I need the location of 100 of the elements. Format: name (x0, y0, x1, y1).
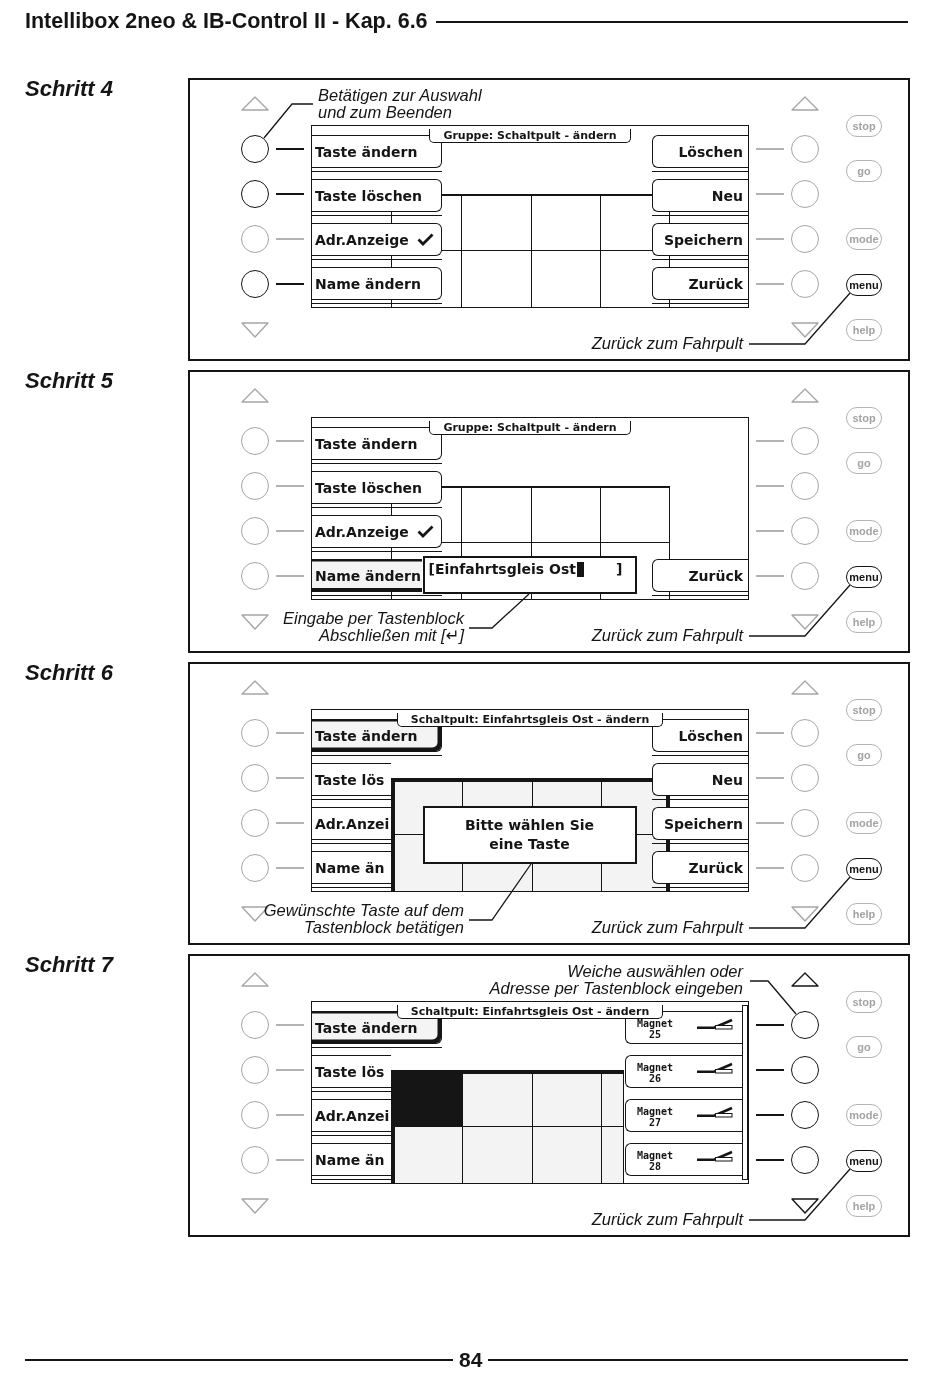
connector-line (756, 148, 784, 150)
menu-item[interactable]: Magnet 26 (625, 1055, 742, 1088)
connector-line (756, 822, 784, 824)
connector-line (276, 1024, 304, 1026)
function-key-button[interactable]: menu (846, 566, 882, 588)
down-arrow-button[interactable] (791, 906, 819, 922)
callout-text: Betätigen zur Auswahl und zum Beenden (318, 87, 482, 121)
step-label: Schritt 4 (25, 78, 114, 100)
message-dialog: Bitte wählen Sie eine Taste (422, 805, 637, 864)
menu-item[interactable]: Speichern (652, 223, 748, 256)
menu-item[interactable]: Name än (312, 1143, 391, 1176)
down-arrow-button[interactable] (791, 614, 819, 630)
page-number: 84 (459, 1349, 483, 1371)
connector-line (276, 732, 304, 734)
connector-line (276, 822, 304, 824)
screen-title: Gruppe: Schaltpult - ändern (429, 129, 631, 143)
menu-item[interactable]: Speichern (652, 807, 748, 840)
menu-item[interactable]: Magnet 28 (625, 1143, 742, 1176)
screen-title: Schaltpult: Einfahrtsgleis Ost - ändern (396, 1005, 664, 1019)
callout-text: Zurück zum Fahrpult (591, 626, 743, 644)
connector-line (756, 530, 784, 532)
connector-line (276, 530, 304, 532)
connector-line (276, 282, 304, 286)
connector-line (276, 440, 304, 442)
leader-line (263, 103, 314, 139)
connector-line (756, 1023, 784, 1027)
soft-key-button[interactable] (791, 1056, 819, 1084)
connector-line (756, 1158, 784, 1162)
connector-line (756, 575, 784, 577)
connector-line (276, 1159, 304, 1161)
turnout-icon (697, 1150, 733, 1162)
connector-line (276, 238, 304, 240)
menu-item[interactable]: Neu (652, 179, 748, 212)
turnout-icon (697, 1018, 733, 1030)
menu-item[interactable]: Zurück (652, 851, 748, 884)
callout-text: Zurück zum Fahrpult (591, 918, 743, 936)
connector-line (756, 440, 784, 442)
menu-item[interactable]: Adr.Anzei (312, 1099, 391, 1132)
menu-item[interactable]: Adr.Anzeige (312, 223, 442, 256)
screen-title: Gruppe: Schaltpult - ändern (429, 421, 631, 435)
menu-item[interactable]: Adr.Anzei (312, 807, 391, 840)
connector-line (276, 192, 304, 196)
menu-item[interactable]: Taste ändern (312, 135, 442, 168)
menu-item[interactable]: Name än (312, 851, 391, 884)
callout-text: Zurück zum Fahrpult (591, 1210, 743, 1228)
page-title: Intellibox 2neo & IB-Control II - Kap. 6.6 (25, 8, 428, 34)
connector-line (756, 867, 784, 869)
callout-text: Gewünschte Taste auf dem Tastenblock betätigen (263, 901, 464, 936)
callout-text: Weiche auswählen oder Adresse per Tastenblock eingeben (489, 963, 743, 997)
function-key-button[interactable]: menu (846, 274, 882, 296)
connector-line (756, 283, 784, 285)
connector-line (276, 1069, 304, 1071)
soft-key-button[interactable] (241, 135, 269, 163)
menu-item[interactable]: Taste löschen (312, 471, 442, 504)
connector-line (756, 1068, 784, 1072)
turnout-icon (697, 1106, 733, 1118)
menu-item[interactable]: Name ändern (312, 267, 442, 300)
turnout-icon (697, 1062, 733, 1074)
connector-line (756, 732, 784, 734)
menu-item[interactable]: Löschen (652, 719, 748, 752)
menu-item[interactable]: Löschen (652, 135, 748, 168)
connector-line (756, 238, 784, 240)
connector-line (276, 147, 304, 151)
menu-item[interactable]: Taste lös (312, 1055, 391, 1088)
function-key-button[interactable]: menu (846, 858, 882, 880)
step-label: Schritt 6 (25, 662, 114, 684)
down-arrow-button[interactable] (791, 1198, 819, 1214)
connector-line (276, 575, 304, 577)
screen-title: Schaltpult: Einfahrtsgleis Ost - ändern (396, 713, 664, 727)
menu-item[interactable]: Zurück (652, 267, 748, 300)
leader-line (749, 980, 797, 1015)
step-label: Schritt 7 (25, 954, 114, 976)
soft-key-button[interactable] (241, 180, 269, 208)
connector-line (756, 485, 784, 487)
text-input-field[interactable]: [Einfahrtsgleis Ost ] (422, 556, 637, 594)
callout-text: Eingabe per Tastenblock Abschließen mit [↵] (282, 609, 464, 644)
menu-item[interactable]: Magnet 27 (625, 1099, 742, 1132)
connector-line (756, 193, 784, 195)
connector-line (276, 1114, 304, 1116)
menu-item[interactable]: Adr.Anzeige (312, 515, 442, 548)
connector-line (276, 777, 304, 779)
menu-item[interactable]: Neu (652, 763, 748, 796)
soft-key-button[interactable] (791, 1146, 819, 1174)
up-arrow-button[interactable] (791, 972, 819, 987)
menu-item[interactable]: Name ändern (312, 559, 422, 592)
connector-line (276, 867, 304, 869)
soft-key-button[interactable] (791, 1011, 819, 1039)
down-arrow-button[interactable] (791, 322, 819, 338)
connector-line (756, 1113, 784, 1117)
menu-item[interactable]: Zurück (652, 559, 748, 592)
soft-key-button[interactable] (241, 270, 269, 298)
step-label: Schritt 5 (25, 370, 114, 392)
connector-line (756, 777, 784, 779)
menu-item[interactable]: Taste löschen (312, 179, 442, 212)
soft-key-button[interactable] (791, 1101, 819, 1129)
callout-text: Zurück zum Fahrpult (591, 334, 743, 352)
menu-item[interactable]: Taste lös (312, 763, 391, 796)
function-key-button[interactable]: menu (846, 1150, 882, 1172)
connector-line (276, 485, 304, 487)
menu-item[interactable]: Taste ändern (312, 427, 442, 460)
